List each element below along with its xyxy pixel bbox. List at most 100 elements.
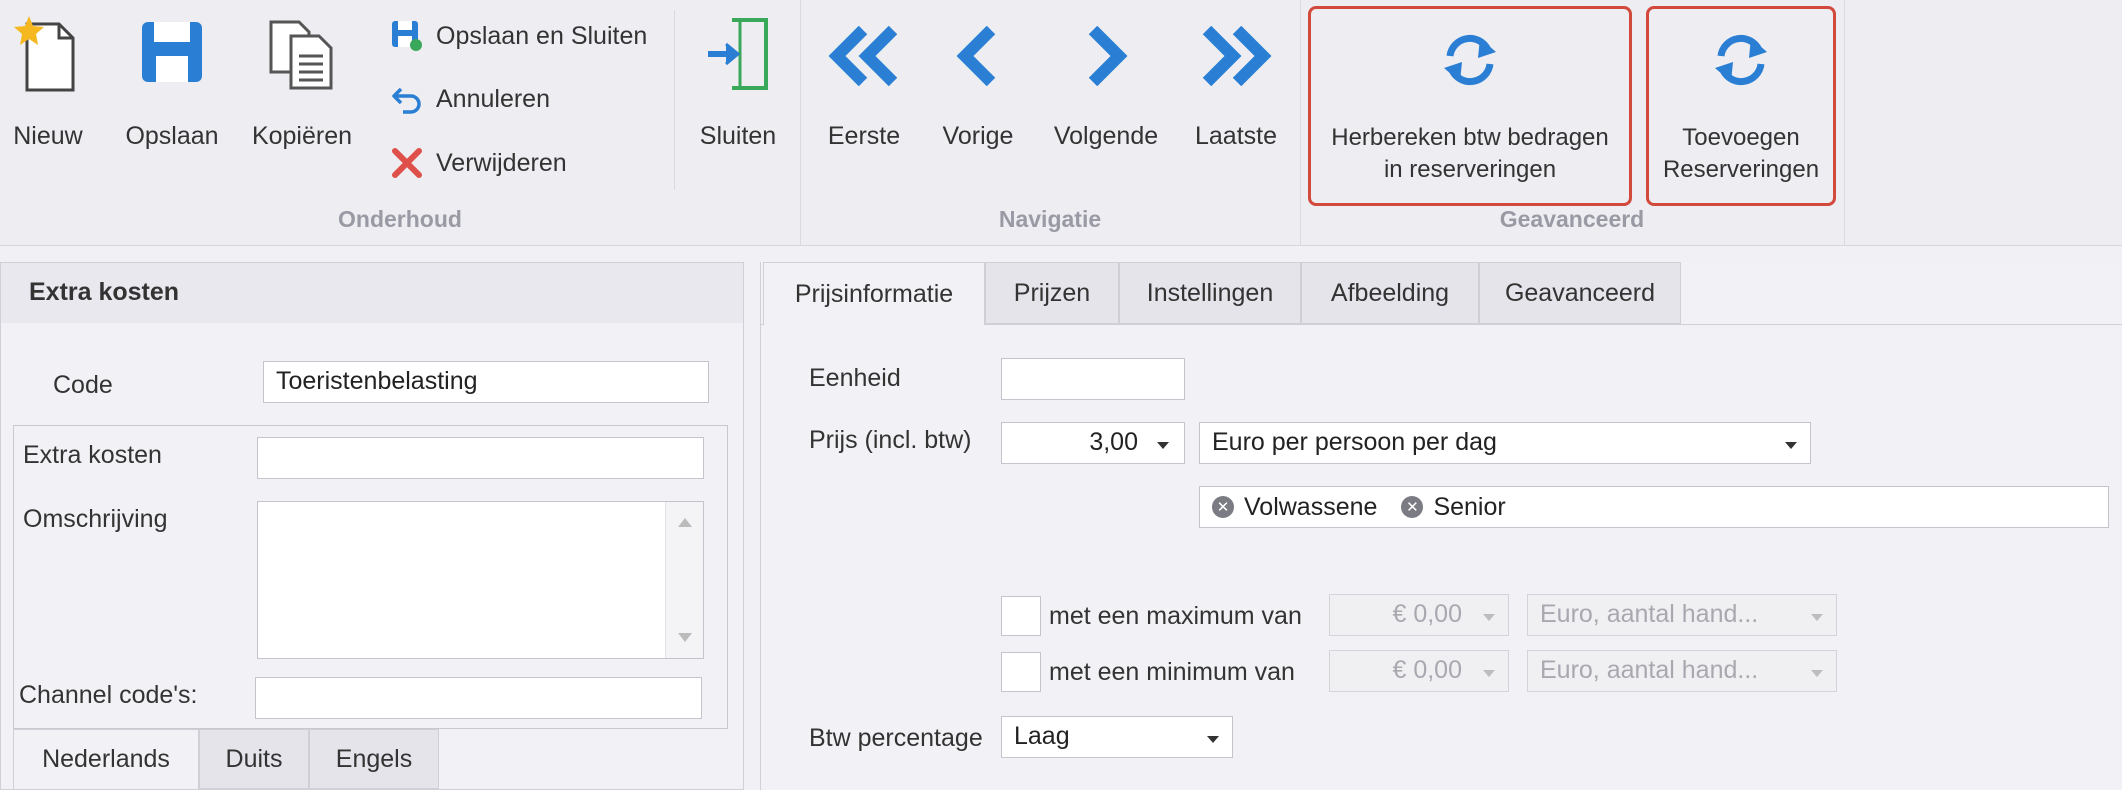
eenheid-label: Eenheid <box>809 364 901 392</box>
ribbon-toolbar: Nieuw Opslaan Kopiëren Opslaan en Sluite… <box>0 0 2122 246</box>
sluiten-label: Sluiten <box>699 122 777 150</box>
herbereken-btw-button[interactable]: Herbereken btw bedragen in reserveringen <box>1312 10 1628 202</box>
save-close-icon <box>390 19 424 53</box>
maximum-amount-dropdown-icon <box>1483 614 1495 621</box>
opslaan-label: Opslaan <box>125 122 219 150</box>
save-icon <box>140 20 204 91</box>
nieuw-button[interactable]: Nieuw <box>0 0 96 190</box>
maximum-unit-dropdown-icon <box>1811 614 1823 621</box>
nieuw-label: Nieuw <box>13 122 83 150</box>
minimum-unit-dropdown-icon <box>1811 670 1823 677</box>
tag-chip[interactable]: ✕ Volwassene <box>1212 493 1377 522</box>
laatste-label: Laatste <box>1194 122 1277 150</box>
herbereken-label: Herbereken btw bedragen in reserveringen <box>1312 122 1628 186</box>
extra-kosten-label: Extra kosten <box>23 441 162 469</box>
maximum-checkbox[interactable] <box>1001 596 1041 636</box>
extra-kosten-input[interactable] <box>257 437 704 479</box>
group-title-navigatie: Navigatie <box>998 206 1102 232</box>
omschrijving-scrollbar[interactable] <box>665 502 703 658</box>
exit-door-icon <box>706 16 770 99</box>
btw-percentage-label: Btw percentage <box>809 724 983 752</box>
prijs-label: Prijs (incl. btw) <box>809 426 972 454</box>
left-panel: Extra kosten Code Toeristenbelasting Ext… <box>0 262 744 790</box>
group-separator <box>1844 0 1845 246</box>
group-title-onderhoud: Onderhoud <box>338 206 462 232</box>
minimum-label: met een minimum van <box>1049 658 1295 686</box>
omschrijving-textarea[interactable] <box>257 501 704 659</box>
maximum-unit-select: Euro, aantal hand... <box>1527 594 1837 636</box>
minimum-amount-dropdown-icon <box>1483 670 1495 677</box>
minimum-amount-input: € 0,00 <box>1329 650 1509 692</box>
verwijderen-button[interactable]: Verwijderen <box>390 143 567 183</box>
omschrijving-label: Omschrijving <box>23 505 168 533</box>
toevoegen-label-line2: Reserveringen <box>1662 156 1820 183</box>
remove-tag-icon[interactable]: ✕ <box>1401 496 1424 518</box>
tag-label: Volwassene <box>1244 492 1378 521</box>
eenheid-input[interactable] <box>1001 358 1185 400</box>
new-document-icon <box>13 14 83 101</box>
tab-duits[interactable]: Duits <box>199 729 309 789</box>
prijs-dropdown-icon[interactable] <box>1157 442 1169 449</box>
btw-dropdown-icon[interactable] <box>1207 736 1219 743</box>
opslaan-en-sluiten-label: Opslaan en Sluiten <box>436 21 648 50</box>
refresh-icon <box>1438 28 1502 99</box>
maximum-amount-input: € 0,00 <box>1329 594 1509 636</box>
prijs-type-dropdown-icon[interactable] <box>1785 442 1797 449</box>
maximum-unit-value: Euro, aantal hand... <box>1540 600 1759 628</box>
doelgroep-tag-input[interactable]: ✕ Volwassene ✕ Senior <box>1199 486 2109 528</box>
panel-title: Extra kosten <box>29 278 180 306</box>
prijs-value: 3,00 <box>1089 428 1138 456</box>
prijs-type-value: Euro per persoon per dag <box>1212 428 1497 456</box>
sluiten-button[interactable]: Sluiten <box>688 0 788 190</box>
tab-engels[interactable]: Engels <box>309 729 439 789</box>
toevoegen-label-line1: Toevoegen <box>1682 124 1800 151</box>
tag-label: Senior <box>1433 492 1506 521</box>
eerste-button[interactable]: Eerste <box>816 0 912 190</box>
btw-percentage-select[interactable]: Laag <box>1001 716 1233 758</box>
copy-icon <box>267 18 337 97</box>
volgende-label: Volgende <box>1053 122 1159 150</box>
remove-tag-icon[interactable]: ✕ <box>1212 496 1234 518</box>
minimum-unit-select: Euro, aantal hand... <box>1527 650 1837 692</box>
tab-instellingen[interactable]: Instellingen <box>1119 262 1301 324</box>
vorige-button[interactable]: Vorige <box>930 0 1026 190</box>
annuleren-label: Annuleren <box>436 84 550 113</box>
laatste-button[interactable]: Laatste <box>1186 0 1286 190</box>
tag-chip[interactable]: ✕ Senior <box>1401 492 1506 522</box>
volgende-button[interactable]: Volgende <box>1046 0 1166 190</box>
group-title-geavanceerd: Geavanceerd <box>1499 206 1645 232</box>
scroll-up-icon[interactable] <box>678 518 692 527</box>
chevron-right-icon <box>1081 25 1131 93</box>
vorige-label: Vorige <box>942 122 1014 150</box>
herbereken-label-line1: Herbereken btw bedragen <box>1331 124 1609 151</box>
tab-geavanceerd[interactable]: Geavanceerd <box>1479 262 1681 324</box>
tab-prijsinformatie[interactable]: Prijsinformatie <box>763 262 985 325</box>
verwijderen-label: Verwijderen <box>436 148 567 177</box>
channel-code-label: Channel code's: <box>19 681 198 709</box>
right-panel: Prijsinformatie Prijzen Instellingen Afb… <box>760 262 2122 790</box>
maximum-label: met een maximum van <box>1049 602 1302 630</box>
minimum-checkbox[interactable] <box>1001 652 1041 692</box>
code-label: Code <box>53 371 113 399</box>
undo-icon <box>390 82 424 116</box>
channel-code-input[interactable] <box>255 677 702 719</box>
separator <box>674 10 675 190</box>
delete-x-icon <box>390 146 424 180</box>
annuleren-button[interactable]: Annuleren <box>390 79 550 119</box>
double-chevron-right-icon <box>1199 25 1273 93</box>
scroll-down-icon[interactable] <box>678 633 692 642</box>
minimum-unit-value: Euro, aantal hand... <box>1540 656 1759 684</box>
toevoegen-label: Toevoegen Reserveringen <box>1650 122 1832 186</box>
opslaan-en-sluiten-button[interactable]: Opslaan en Sluiten <box>390 16 647 56</box>
chevron-left-icon <box>953 25 1003 93</box>
kopieren-button[interactable]: Kopiëren <box>246 0 358 190</box>
tab-nederlands[interactable]: Nederlands <box>13 729 199 789</box>
toevoegen-reserveringen-button[interactable]: Toevoegen Reserveringen <box>1650 10 1832 202</box>
prijs-type-select[interactable]: Euro per persoon per dag <box>1199 422 1811 464</box>
code-input[interactable]: Toeristenbelasting <box>263 361 709 403</box>
tab-afbeelding[interactable]: Afbeelding <box>1301 262 1479 324</box>
minimum-amount-value: € 0,00 <box>1392 656 1462 684</box>
tab-prijzen[interactable]: Prijzen <box>985 262 1119 324</box>
btw-percentage-value: Laag <box>1014 722 1070 750</box>
opslaan-button[interactable]: Opslaan <box>118 0 226 190</box>
